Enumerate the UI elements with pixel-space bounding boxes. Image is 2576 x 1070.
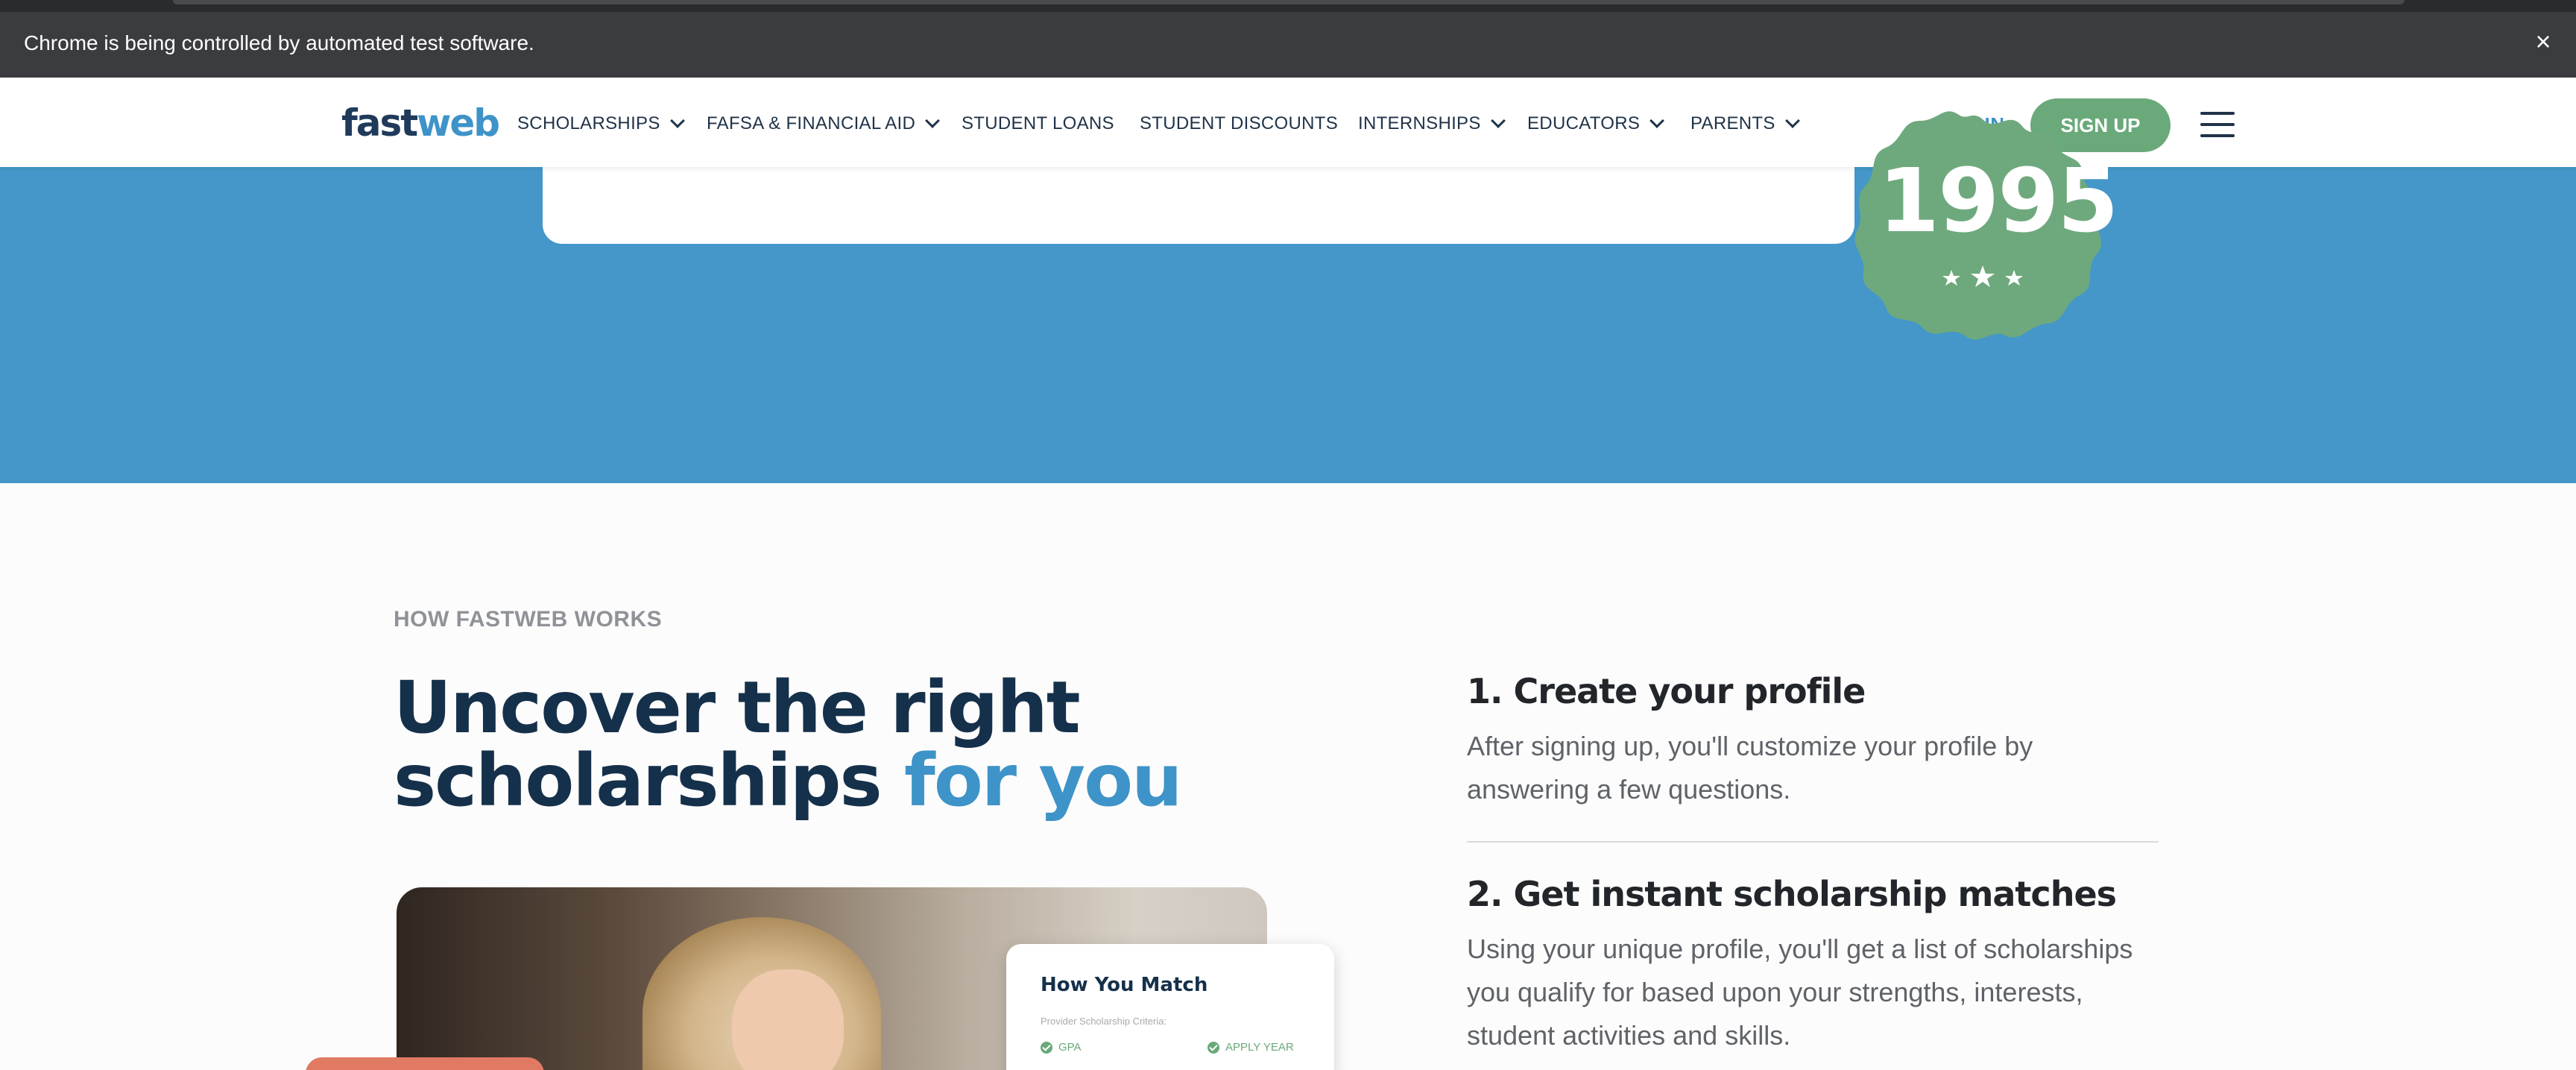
nav-label: STUDENT DISCOUNTS [1140, 113, 1339, 133]
automation-infobar: Chrome is being controlled by automated … [0, 12, 2576, 78]
match-tag-gpa: GPA [1041, 1041, 1082, 1054]
infobar-message: Chrome is being controlled by automated … [24, 31, 534, 54]
browser-tab-strip [173, 0, 2405, 4]
nav-scholarships[interactable]: SCHOLARSHIPS [517, 113, 685, 134]
badge-year: 1995 [1878, 149, 2118, 252]
match-card-criteria-label: Provider Scholarship Criteria: [1041, 1016, 1167, 1027]
match-tag-apply-year: APPLY YEAR [1208, 1041, 1294, 1054]
step-title: 2. Get instant scholarship matches [1467, 874, 2117, 914]
step-title: 1. Create your profile [1467, 671, 1866, 711]
nav-internships[interactable]: INTERNSHIPS [1358, 113, 1506, 134]
nav-fafsa-financial-aid[interactable]: FAFSA & FINANCIAL AID [707, 113, 941, 134]
hero-card [543, 167, 1854, 244]
chevron-down-icon [1784, 113, 1800, 128]
headline-line1: Uncover the right [394, 666, 1081, 749]
nav-label: EDUCATORS [1527, 113, 1641, 133]
check-circle-icon [1041, 1041, 1052, 1054]
orange-card-edge [306, 1057, 544, 1070]
nav-label: SCHOLARSHIPS [517, 113, 660, 133]
chevron-down-icon [1490, 113, 1506, 128]
close-icon[interactable]: × [2527, 25, 2560, 58]
match-tag-label: GPA [1058, 1041, 1082, 1054]
student-photo-face [732, 969, 844, 1070]
section-eyebrow: HOW FASTWEB WORKS [394, 607, 663, 632]
nav-label: FAFSA & FINANCIAL AID [707, 113, 916, 133]
hamburger-icon[interactable] [2200, 110, 2235, 139]
nav-educators[interactable]: EDUCATORS [1527, 113, 1665, 134]
step-divider [1467, 841, 2159, 843]
how-you-match-card: How You Match Provider Scholarship Crite… [1006, 944, 1334, 1070]
site-header: fastweb SCHOLARSHIPS FAFSA & FINANCIAL A… [0, 78, 2576, 167]
match-tag-label: APPLY YEAR [1225, 1041, 1294, 1054]
section-headline: Uncover the right scholarships for you [394, 671, 1182, 817]
nav-label: STUDENT LOANS [962, 113, 1114, 133]
step-description: Using your unique profile, you'll get a … [1467, 934, 2133, 1051]
chevron-down-icon [1650, 113, 1665, 128]
browser-top-strip [0, 0, 2576, 12]
chevron-down-icon [669, 113, 685, 128]
match-card-title: How You Match [1041, 974, 1208, 996]
nav-label: INTERNSHIPS [1358, 113, 1481, 133]
logo-text-web: web [417, 101, 500, 145]
page: Chrome is being controlled by automated … [0, 0, 2576, 1070]
step-description: After signing up, you'll customize your … [1467, 731, 2033, 805]
check-circle-icon [1208, 1041, 1219, 1054]
nav-parents[interactable]: PARENTS [1690, 113, 1800, 134]
since-year-badge: 1995 [1826, 104, 2139, 358]
chevron-down-icon [925, 113, 941, 128]
nav-student-discounts[interactable]: STUDENT DISCOUNTS [1140, 113, 1338, 134]
hero-band [0, 167, 2576, 483]
nav-student-loans[interactable]: STUDENT LOANS [962, 113, 1114, 134]
headline-accent: for you [904, 739, 1182, 822]
logo-text-fast: fast [341, 101, 418, 145]
nav-label: PARENTS [1690, 113, 1775, 133]
steps-list: 1. Create your profile After signing up,… [1467, 671, 2159, 1057]
step-item: 1. Create your profile After signing up,… [1467, 671, 2159, 811]
fastweb-logo[interactable]: fastweb [341, 101, 500, 145]
step-item: 2. Get instant scholarship matches Using… [1467, 874, 2159, 1057]
headline-line2-dark: scholarships [394, 739, 905, 822]
